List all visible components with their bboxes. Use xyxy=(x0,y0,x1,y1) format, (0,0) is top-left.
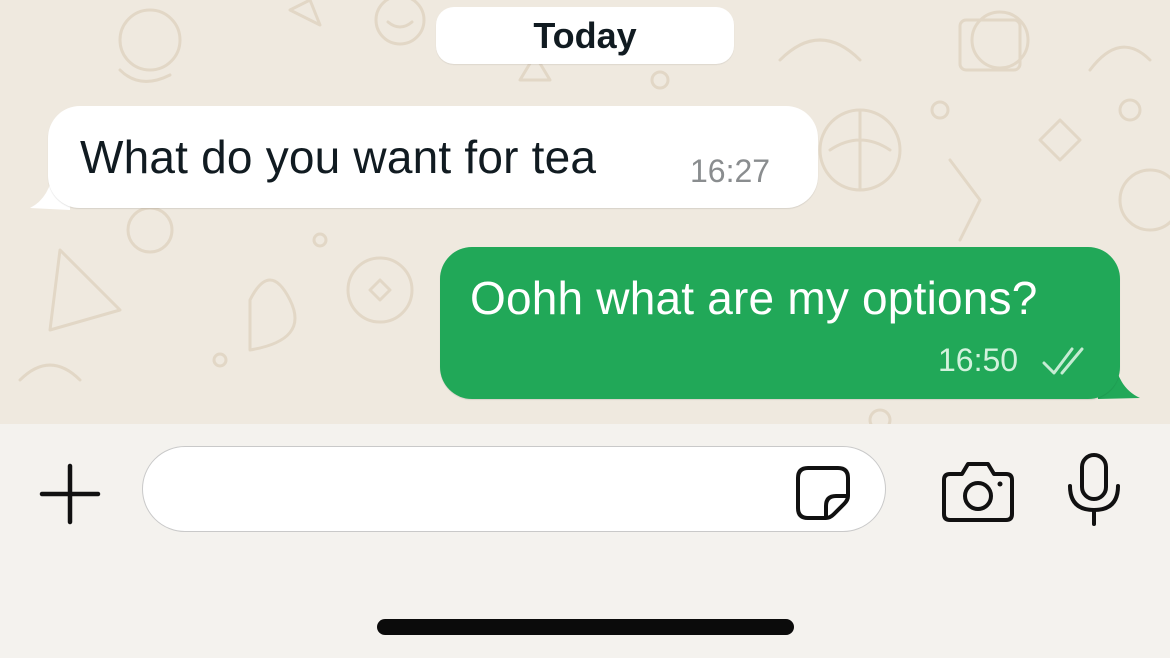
composer-bar xyxy=(0,424,1170,658)
sticker-icon[interactable] xyxy=(794,464,852,522)
camera-icon[interactable] xyxy=(940,460,1016,524)
date-separator: Today xyxy=(436,7,734,64)
microphone-icon[interactable] xyxy=(1064,452,1124,526)
message-bubble-incoming[interactable]: What do you want for tea 16:27 xyxy=(48,106,818,208)
home-indicator[interactable] xyxy=(377,619,794,635)
message-input[interactable] xyxy=(142,446,886,532)
message-text: Oohh what are my options? xyxy=(470,272,1038,324)
date-separator-label: Today xyxy=(533,14,637,56)
message-bubble-outgoing[interactable]: Oohh what are my options? 16:50 xyxy=(440,247,1120,399)
double-check-icon xyxy=(1042,347,1084,375)
chat-area[interactable]: Today What do you want for tea 16:27 Ooh… xyxy=(0,0,1170,424)
message-text: What do you want for tea xyxy=(80,131,597,183)
message-timestamp: 16:27 xyxy=(690,153,771,189)
plus-icon[interactable] xyxy=(38,462,102,526)
message-timestamp: 16:50 xyxy=(938,342,1019,378)
